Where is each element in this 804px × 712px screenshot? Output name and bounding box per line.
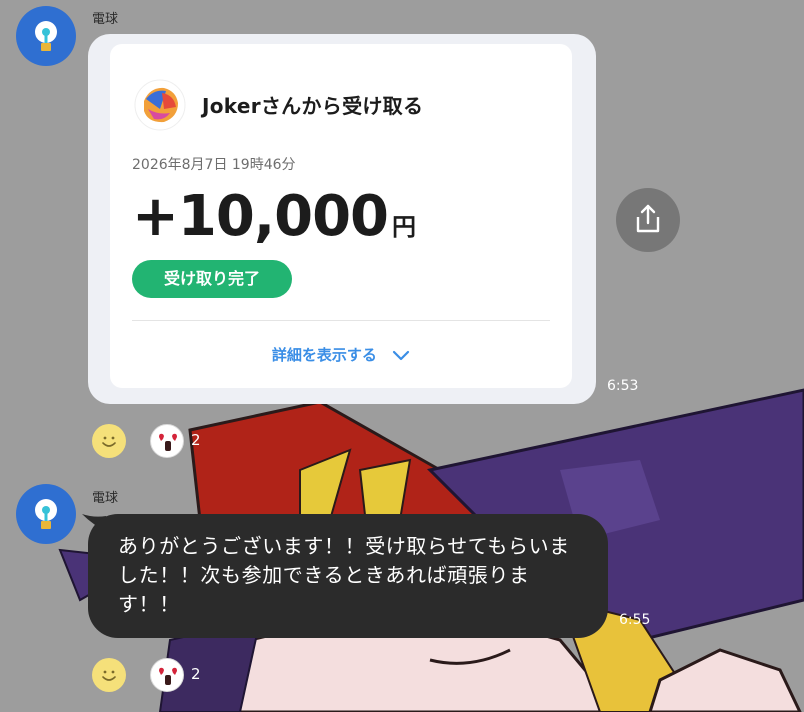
message-text: ありがとうございます！！受け取らせてもらいました！！次も参加できるときあれば頑張… [118, 534, 570, 616]
add-reaction-button[interactable] [92, 658, 126, 692]
share-icon [636, 204, 660, 233]
smiley-icon [102, 670, 116, 681]
lightbulb-icon [35, 499, 57, 529]
payment-datetime: 2026年8月7日 19時46分 [132, 157, 296, 173]
payment-title: Jokerさんから受け取る [202, 94, 424, 118]
chevron-down-icon [393, 350, 410, 360]
sender-name: 電球 [92, 491, 119, 506]
message-time: 6:53 [607, 378, 639, 394]
reaction-sticker[interactable] [150, 658, 184, 692]
payment-currency: 円 [392, 213, 417, 241]
show-details-link[interactable]: 詳細を表示する [110, 344, 572, 365]
message-time: 6:55 [619, 612, 651, 628]
payment-message[interactable]: Jokerさんから受け取る 2026年8月7日 19時46分 +10,000 円 … [88, 34, 596, 404]
sender-name: 電球 [92, 12, 119, 27]
reaction-count: 2 [191, 431, 201, 449]
status-badge: 受け取り完了 [132, 260, 292, 298]
card-divider [132, 320, 550, 321]
heart-eyes-sticker-icon [159, 433, 177, 451]
sender-avatar[interactable] [16, 484, 76, 544]
heart-eyes-sticker-icon [159, 667, 177, 685]
payment-amount: +10,000 [132, 184, 389, 249]
lightbulb-icon [35, 21, 57, 51]
text-message-bubble[interactable]: ありがとうございます！！受け取らせてもらいました！！次も参加できるときあれば頑張… [88, 514, 608, 638]
payment-amount-row: +10,000 円 [132, 184, 416, 249]
sender-avatar[interactable] [16, 6, 76, 66]
share-button[interactable] [616, 188, 680, 252]
payment-brand-logo [134, 79, 186, 131]
smiley-icon [102, 436, 116, 447]
add-reaction-button[interactable] [92, 424, 126, 458]
show-details-label: 詳細を表示する [271, 346, 377, 364]
reaction-count: 2 [191, 665, 201, 683]
payment-card[interactable]: Jokerさんから受け取る 2026年8月7日 19時46分 +10,000 円 … [110, 44, 572, 388]
reaction-sticker[interactable] [150, 424, 184, 458]
